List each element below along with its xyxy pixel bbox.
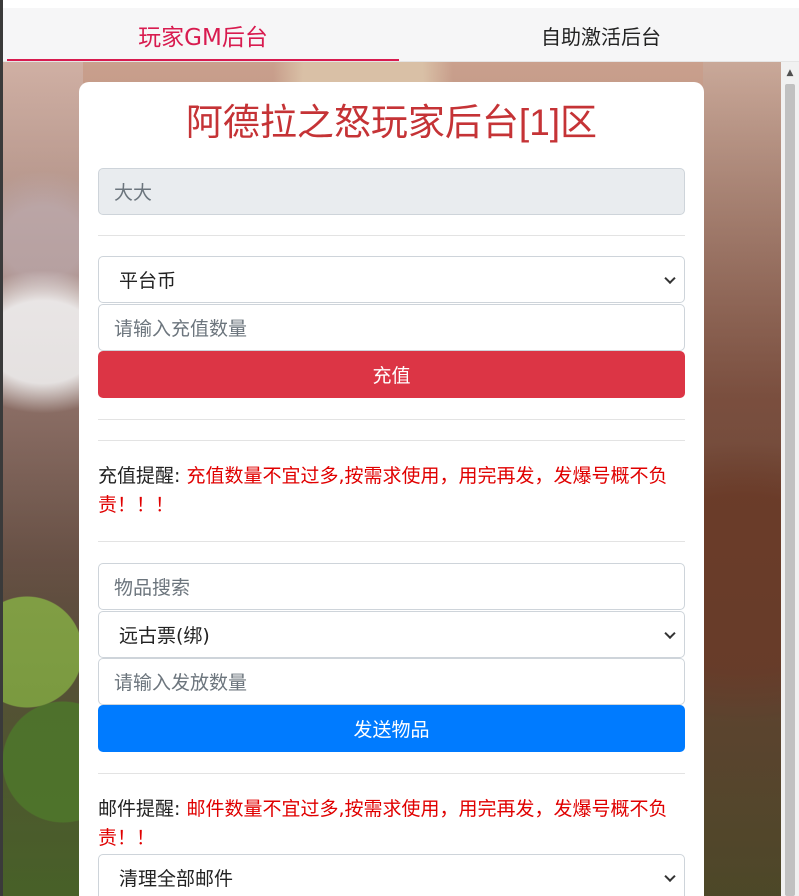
chevron-down-icon (664, 627, 676, 639)
scroll-up-arrow-icon[interactable]: ▲ (781, 62, 799, 84)
item-select[interactable]: 远古票(绑) (98, 611, 685, 658)
background-left-art (3, 62, 83, 896)
divider (98, 419, 685, 420)
mail-action-select-value: 清理全部邮件 (119, 868, 234, 890)
item-search-input[interactable]: 物品搜索 (98, 563, 685, 610)
divider (98, 541, 685, 542)
admin-panel: 阿德拉之怒玩家后台[1]区 大大 平台币 请输入充值数量 充值 充值提醒: 充值… (79, 82, 704, 896)
recharge-notice: 充值提醒: 充值数量不宜过多,按需求使用，用完再发，发爆号概不负责！！！ (98, 462, 685, 520)
recharge-notice-label: 充值提醒: (98, 465, 181, 487)
recharge-notice-text: 充值数量不宜过多,按需求使用，用完再发，发爆号概不负责！！！ (98, 465, 668, 516)
background-right-art (703, 62, 781, 896)
tab-self-activation[interactable]: 自助激活后台 (403, 8, 799, 62)
page-title: 阿德拉之怒玩家后台[1]区 (185, 102, 598, 143)
item-quantity-input[interactable]: 请输入发放数量 (98, 658, 685, 705)
currency-select[interactable]: 平台币 (98, 256, 685, 303)
tab-player-gm[interactable]: 玩家GM后台 (7, 8, 399, 62)
divider (98, 773, 685, 774)
send-item-button[interactable]: 发送物品 (98, 705, 685, 752)
item-select-value: 远古票(绑) (119, 625, 210, 647)
currency-select-value: 平台币 (119, 270, 177, 292)
chevron-down-icon (664, 272, 676, 284)
recharge-amount-input[interactable]: 请输入充值数量 (98, 304, 685, 351)
mail-notice-label: 邮件提醒: (98, 798, 181, 820)
mail-action-select[interactable]: 清理全部邮件 (98, 854, 685, 896)
mail-notice-text: 邮件数量不宜过多,按需求使用，用完再发，发爆号概不负责！！ (98, 798, 668, 849)
divider (98, 235, 685, 236)
recharge-button[interactable]: 充值 (98, 351, 685, 398)
scrollbar[interactable]: ▲ (781, 62, 799, 896)
tab-bar: 玩家GM后台 自助激活后台 (3, 8, 799, 62)
chevron-down-icon (664, 870, 676, 882)
account-field[interactable]: 大大 (98, 168, 685, 215)
mail-notice: 邮件提醒: 邮件数量不宜过多,按需求使用，用完再发，发爆号概不负责！！ (98, 795, 685, 853)
scroll-thumb[interactable] (785, 84, 795, 896)
divider (98, 440, 685, 441)
